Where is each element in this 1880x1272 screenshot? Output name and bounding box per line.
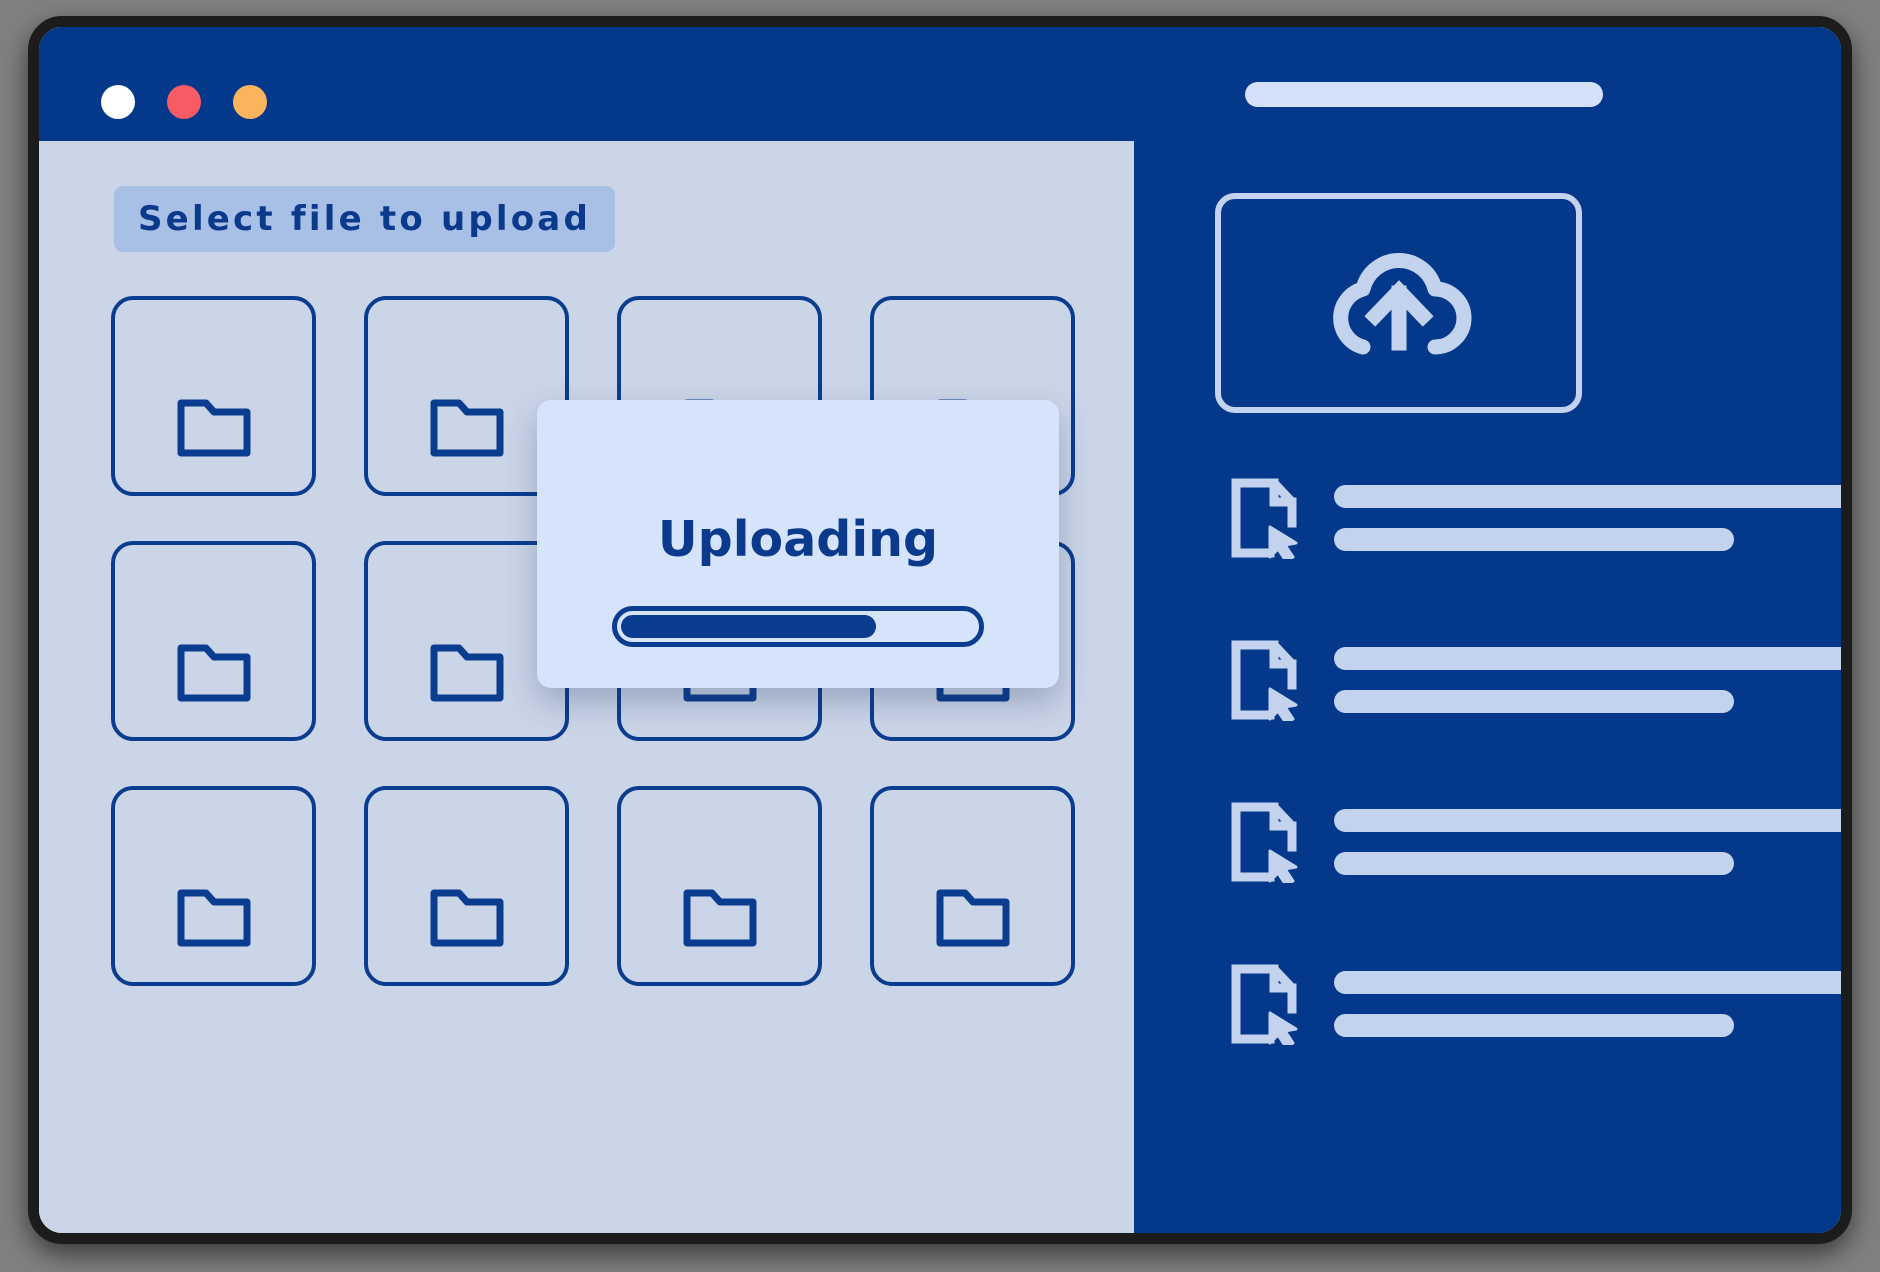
file-size-placeholder [1334,528,1735,551]
file-name-placeholder [1334,485,1841,508]
uploading-modal: Uploading [537,400,1059,688]
folder-icon [176,641,252,703]
cloud-upload-icon [1317,243,1481,363]
file-select-icon [1230,801,1304,883]
file-meta [1334,971,1841,1037]
close-dot[interactable] [101,85,135,119]
folder-icon [176,886,252,948]
folder-icon [682,886,758,948]
folder-tile[interactable] [870,786,1075,986]
folder-tile[interactable] [364,786,569,986]
list-item[interactable] [1230,637,1841,723]
file-select-icon [1230,477,1304,559]
file-name-placeholder [1334,809,1841,832]
folder-icon [176,396,252,458]
file-size-placeholder [1334,1014,1735,1037]
modal-title: Uploading [657,511,939,568]
folder-icon [429,641,505,703]
file-size-placeholder [1334,852,1735,875]
list-item[interactable] [1230,799,1841,885]
upload-progress-bar [612,606,984,647]
list-item[interactable] [1230,475,1841,561]
file-meta [1334,809,1841,875]
list-item[interactable] [1230,961,1841,1047]
upload-progress-fill [621,615,876,638]
file-meta [1334,647,1841,713]
maximize-dot[interactable] [233,85,267,119]
sidebar-panel [1134,141,1841,1233]
folder-tile[interactable] [111,786,316,986]
page-title: Select file to upload [114,186,615,252]
file-select-icon [1230,639,1304,721]
folder-tile[interactable] [617,786,822,986]
title-bar [39,27,1841,141]
folder-tile[interactable] [111,296,316,496]
file-size-placeholder [1334,690,1735,713]
browser-window: Select file to upload Uploading [28,16,1852,1244]
folder-icon [429,396,505,458]
file-meta [1334,485,1841,551]
file-name-placeholder [1334,971,1841,994]
minimize-dot[interactable] [167,85,201,119]
screenshot-root: Select file to upload Uploading [0,0,1880,1272]
folder-icon [935,886,1011,948]
folder-tile[interactable] [111,541,316,741]
upload-dropzone[interactable] [1215,193,1582,413]
file-select-icon [1230,963,1304,1045]
address-bar[interactable] [1245,82,1603,107]
folder-icon [429,886,505,948]
file-name-placeholder [1334,647,1841,670]
